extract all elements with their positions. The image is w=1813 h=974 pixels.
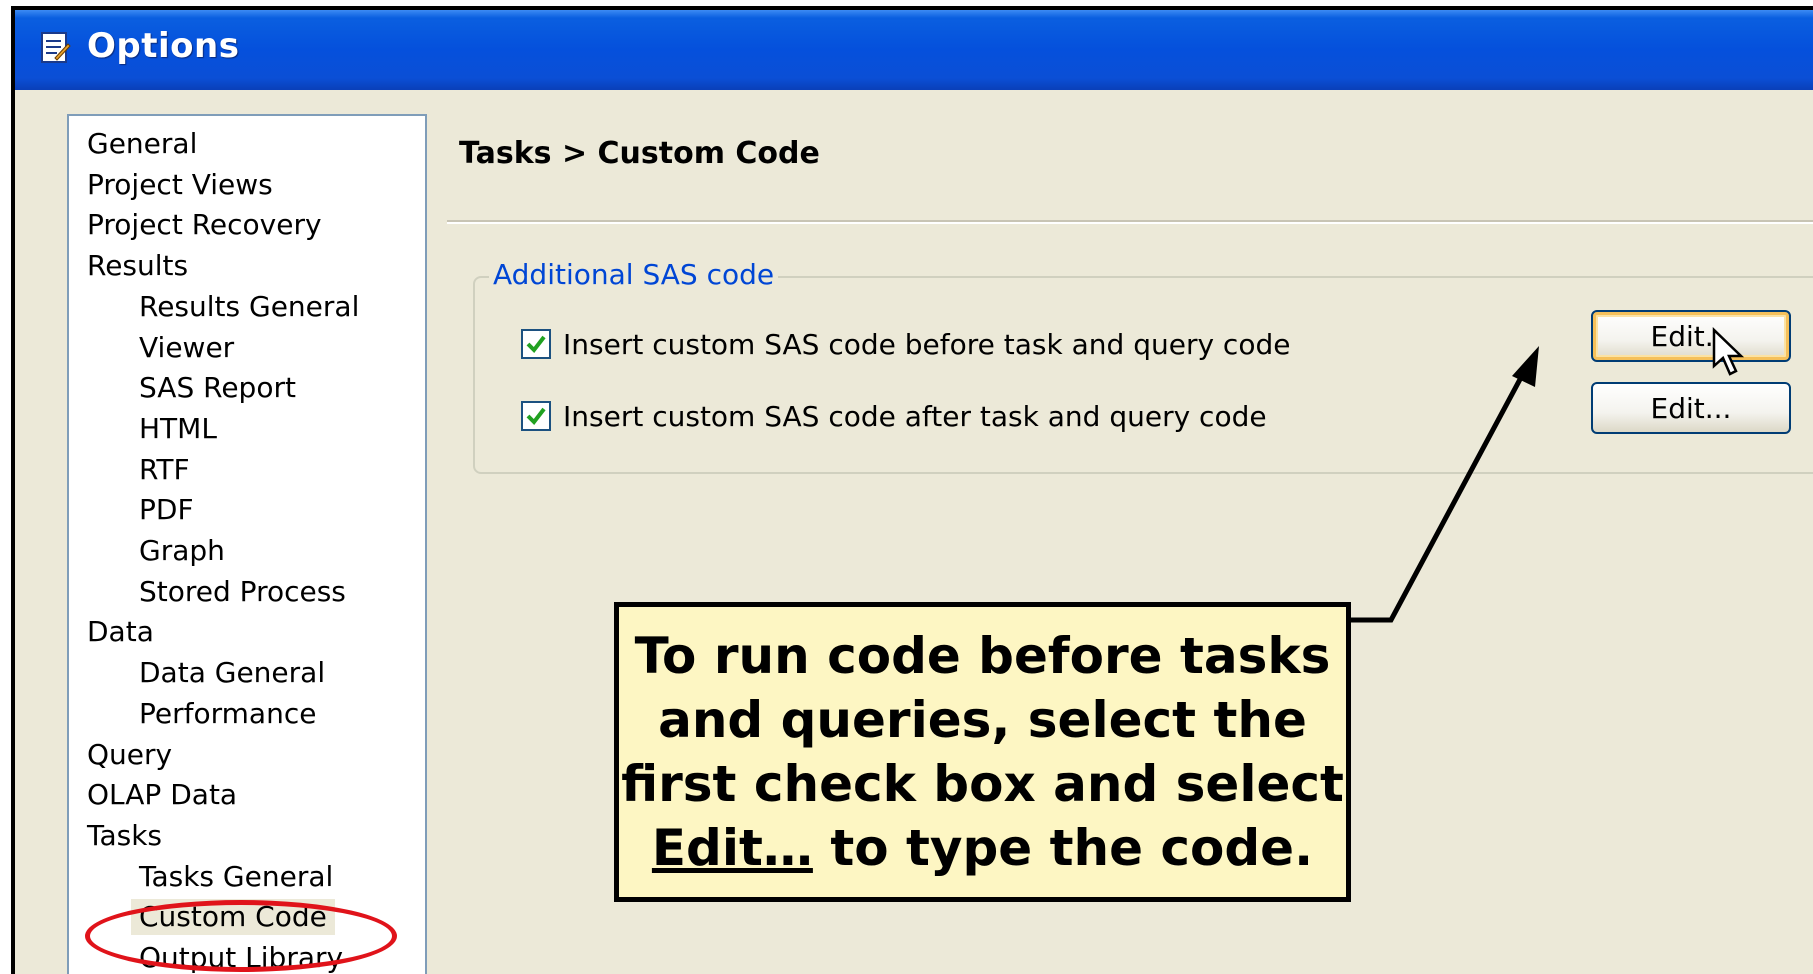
nav-item[interactable]: PDF xyxy=(139,492,194,528)
nav-item[interactable]: RTF xyxy=(139,452,190,488)
options-dialog-icon xyxy=(41,32,71,63)
after-code-checkbox[interactable] xyxy=(521,401,551,431)
callout-edit-link: Edit… xyxy=(651,819,813,877)
edit-before-button[interactable]: Edit... xyxy=(1591,310,1791,362)
header-divider xyxy=(447,220,1813,224)
nav-item[interactable]: Graph xyxy=(139,533,225,569)
options-dialog: Options General Project Views Project Reco… xyxy=(11,6,1813,974)
edit-after-button[interactable]: Edit... xyxy=(1591,382,1791,434)
callout-text: To run code before tasks and queries, se… xyxy=(621,624,1344,880)
additional-code-group xyxy=(473,276,1813,474)
group-title: Additional SAS code xyxy=(489,258,779,291)
before-code-checkbox[interactable] xyxy=(521,329,551,359)
callout-line-3: first check box and select xyxy=(621,755,1344,813)
nav-item[interactable]: Stored Process xyxy=(139,574,346,610)
nav-item[interactable]: Project Recovery xyxy=(87,207,322,243)
highlight-ellipse xyxy=(85,900,397,972)
nav-item[interactable]: Tasks General xyxy=(139,859,333,895)
nav-item[interactable]: Data xyxy=(87,614,154,650)
callout-line-4-rest: to type the code. xyxy=(812,819,1314,877)
nav-item[interactable]: Results xyxy=(87,248,188,284)
callout-line-1: To run code before tasks xyxy=(634,627,1331,685)
checkmark-icon xyxy=(526,407,546,426)
callout-line-2: and queries, select the xyxy=(658,691,1307,749)
after-code-option[interactable]: Insert custom SAS code after task and qu… xyxy=(521,398,1267,434)
title-bar[interactable]: Options xyxy=(15,10,1813,90)
nav-item[interactable]: Tasks xyxy=(87,818,162,854)
checkmark-icon xyxy=(526,335,546,354)
nav-item[interactable]: Viewer xyxy=(139,330,234,366)
instruction-callout: To run code before tasks and queries, se… xyxy=(614,602,1351,902)
nav-item[interactable]: Data General xyxy=(139,655,325,691)
options-tree[interactable]: General Project Views Project Recovery Resu… xyxy=(67,114,427,974)
before-code-label: Insert custom SAS code before task and q… xyxy=(563,327,1291,361)
callout-line-4: Edit… to type the code. xyxy=(621,816,1344,880)
nav-item[interactable]: General xyxy=(87,126,197,162)
nav-item[interactable]: HTML xyxy=(139,411,217,447)
page-breadcrumb: Tasks > Custom Code xyxy=(459,136,820,171)
nav-item[interactable]: OLAP Data xyxy=(87,777,237,813)
nav-item[interactable]: Project Views xyxy=(87,167,273,203)
nav-item[interactable]: Query xyxy=(87,737,172,773)
nav-item[interactable]: SAS Report xyxy=(139,370,296,406)
nav-item[interactable]: Performance xyxy=(139,696,316,732)
nav-item[interactable]: Results General xyxy=(139,289,359,325)
after-code-label: Insert custom SAS code after task and qu… xyxy=(563,399,1267,433)
before-code-option[interactable]: Insert custom SAS code before task and q… xyxy=(521,326,1290,362)
dialog-title: Options xyxy=(87,26,240,66)
